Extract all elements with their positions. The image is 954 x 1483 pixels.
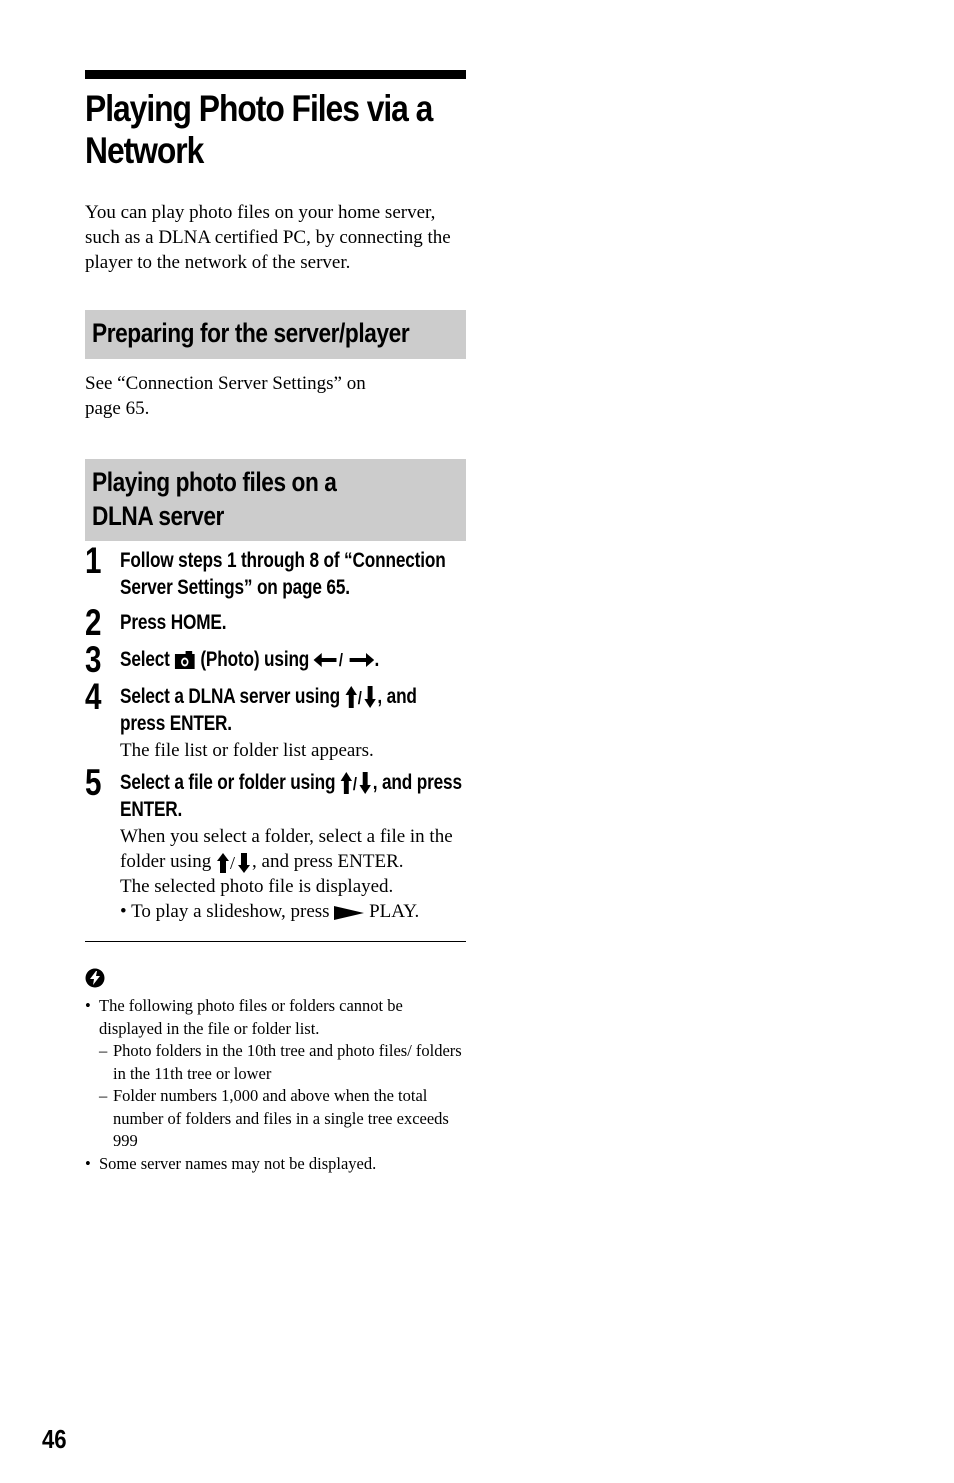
step-4: 4 Select a DLNA server using /, and pres… (85, 678, 466, 763)
page-title: Playing Photo Files via a Network (85, 88, 433, 171)
step-number: 4 (85, 676, 102, 717)
note-subitem: – Folder numbers 1,000 and above when th… (99, 1086, 449, 1150)
step-heading: Press HOME. (120, 611, 227, 634)
section-divider (85, 941, 466, 942)
up-down-arrows-icon: / (345, 686, 376, 709)
step-number: 2 (85, 602, 102, 643)
note-item: • The following photo files or folders c… (85, 995, 466, 1153)
step-heading: Select a DLNA server using /, and press … (120, 685, 417, 735)
up-down-arrows-icon: / (217, 852, 251, 873)
notes-list: • The following photo files or folders c… (85, 995, 466, 1175)
section-heading-preparing: Preparing for the server/player (85, 310, 466, 359)
page-number: 46 (42, 1424, 67, 1454)
content-column: Playing Photo Files via a Network You ca… (85, 70, 466, 1175)
title-rule (85, 70, 466, 79)
step-bullet: • To play a slideshow, press PLAY. (120, 901, 420, 922)
intro-paragraph: You can play photo files on your home se… (85, 202, 451, 273)
svg-text:/: / (358, 689, 362, 708)
svg-text:/: / (353, 775, 357, 794)
step-heading: Select a file or folder using /, and pre… (120, 771, 462, 821)
note-item: • Some server names may not be displayed… (85, 1153, 377, 1173)
step-list: 1 Follow steps 1 through 8 of “Connectio… (85, 542, 466, 924)
up-down-arrows-icon: / (340, 772, 372, 795)
step-body: When you select a folder, select a file … (120, 824, 466, 924)
step-body: The file list or folder list appears. (120, 740, 374, 761)
svg-text:/: / (339, 651, 343, 669)
step-5: 5 Select a file or folder using /, and p… (85, 764, 466, 924)
section-preparing-body: See “Connection Server Settings” on page… (85, 373, 366, 419)
camera-icon (175, 651, 195, 670)
svg-text:/: / (230, 853, 235, 873)
step-3: 3 Select (Photo) using /. (85, 641, 466, 679)
step-1: 1 Follow steps 1 through 8 of “Connectio… (85, 542, 466, 601)
step-heading: Select (Photo) using /. (120, 648, 380, 671)
step-heading: Follow steps 1 through 8 of “Connection … (120, 549, 446, 599)
section-heading-playing: Playing photo files on a DLNA server (85, 459, 466, 541)
left-right-arrows-icon: / (313, 651, 375, 669)
step-number: 3 (85, 639, 102, 680)
tip-icon (85, 968, 105, 988)
step-number: 5 (85, 762, 102, 803)
step-result: The selected photo file is displayed. (120, 876, 394, 897)
step-number: 1 (85, 540, 102, 581)
note-subitem: – Photo folders in the 10th tree and pho… (99, 1041, 462, 1083)
play-icon (334, 905, 365, 920)
step-2: 2 Press HOME. (85, 604, 466, 642)
